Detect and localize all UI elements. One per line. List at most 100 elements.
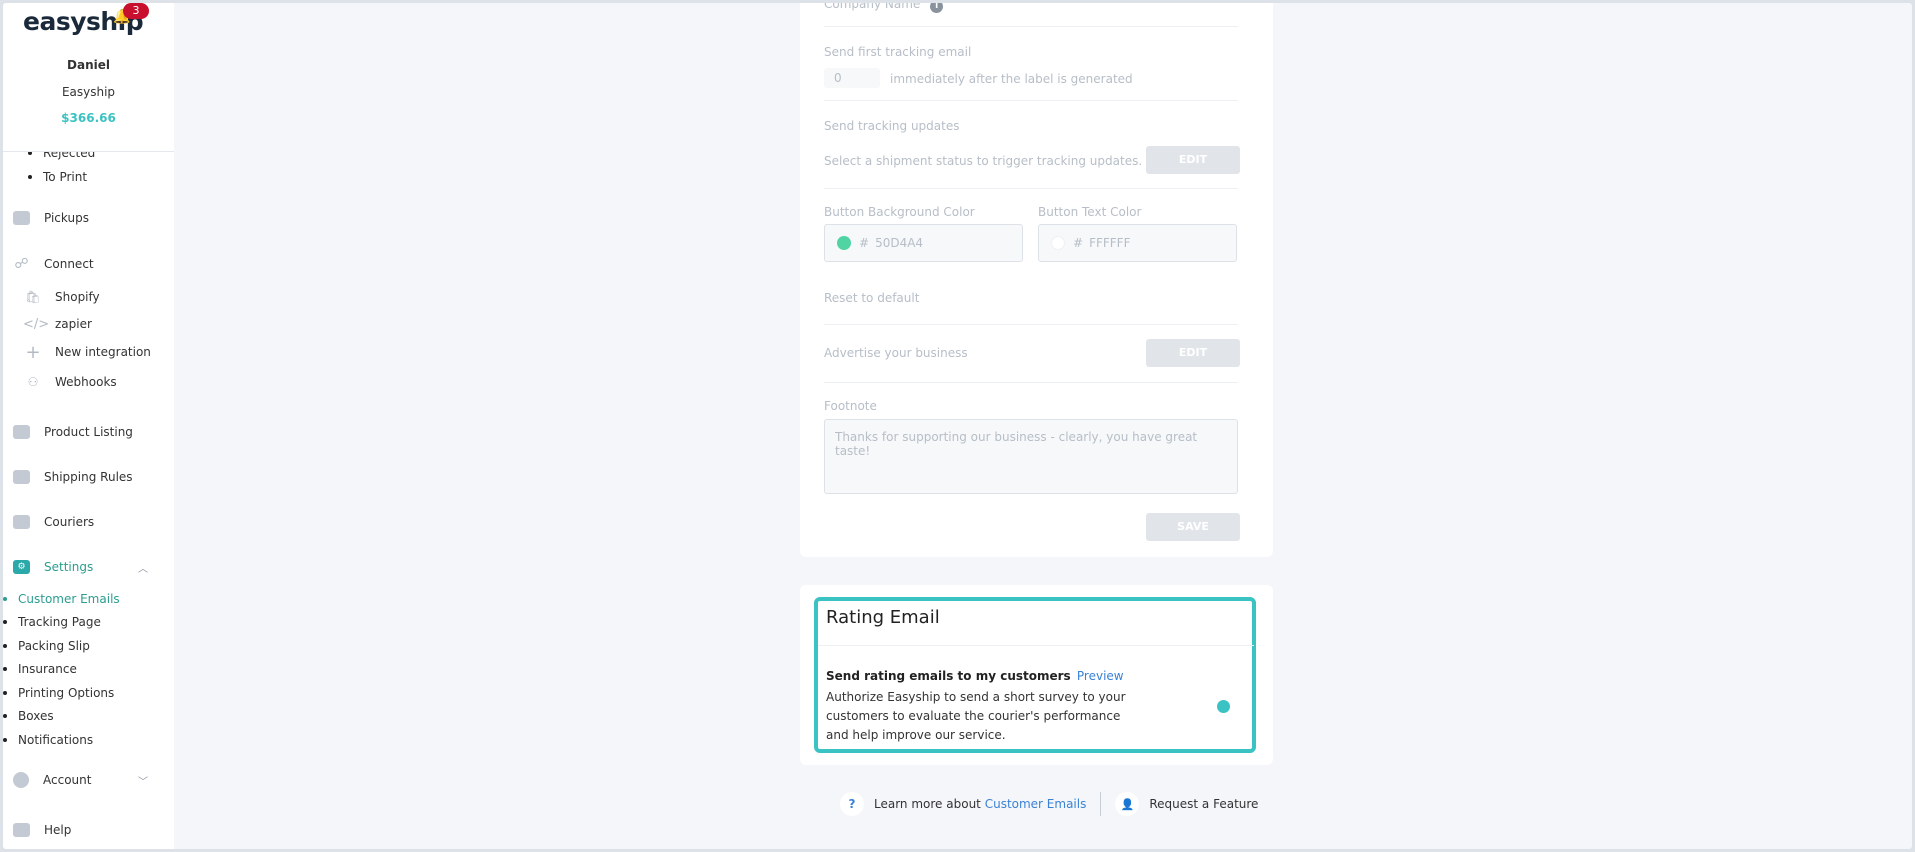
rating-email-card: Rating Email Send rating emails to my cu… bbox=[800, 585, 1273, 765]
request-feature-link[interactable]: Request a Feature bbox=[1149, 797, 1258, 811]
sidebar-item-settings[interactable]: ⚙ Settings bbox=[13, 557, 93, 577]
sidebar-item-label: Account bbox=[43, 773, 92, 787]
user-name[interactable]: Daniel bbox=[3, 58, 174, 72]
bullet-dot bbox=[28, 174, 32, 179]
rating-email-description: Authorize Easyship to send a short surve… bbox=[826, 690, 1126, 742]
learn-more-text: Learn more about Customer Emails bbox=[874, 797, 1086, 811]
sidebar-item-label: Couriers bbox=[44, 515, 95, 529]
bg-color-input[interactable]: # 50D4A4 bbox=[824, 224, 1023, 262]
sidebar-item-shipping-rules[interactable]: Shipping Rules bbox=[13, 467, 133, 487]
webhook-icon: ⚇ bbox=[27, 375, 39, 389]
courier-icon bbox=[13, 515, 30, 529]
settings-icon: ⚙ bbox=[13, 560, 30, 574]
sidebar-item-account[interactable]: Account bbox=[13, 770, 91, 790]
footer-divider bbox=[1100, 792, 1102, 816]
tracking-updates-desc: Select a shipment status to trigger trac… bbox=[824, 154, 1143, 168]
color-swatch[interactable] bbox=[1051, 236, 1065, 250]
chevron-up-icon[interactable]: ︿ bbox=[138, 560, 148, 575]
sidebar-item-help[interactable]: Help bbox=[13, 820, 71, 840]
sidebar-subitem-label: Customer Emails bbox=[18, 592, 120, 606]
bullet-dot bbox=[3, 737, 7, 742]
plus-icon: + bbox=[25, 341, 41, 363]
sidebar-subitem-rejected[interactable]: Rejected bbox=[28, 146, 96, 160]
bullet-dot bbox=[3, 690, 7, 695]
text-color-label: Button Text Color bbox=[1038, 205, 1142, 219]
first-email-suffix: immediately after the label is generated bbox=[890, 72, 1133, 86]
integration-zapier[interactable]: </> zapier bbox=[23, 315, 92, 333]
footnote-label: Footnote bbox=[824, 399, 877, 413]
user-company: Easyship bbox=[61, 85, 116, 99]
account-balance[interactable]: $366.66 bbox=[3, 111, 174, 125]
footnote-textarea[interactable]: Thanks for supporting our business - cle… bbox=[824, 419, 1238, 494]
divider bbox=[824, 324, 1238, 325]
bullet-dot bbox=[3, 643, 7, 648]
sidebar-subitem-label: Packing Slip bbox=[18, 639, 90, 653]
plug-icon: ☍ bbox=[14, 256, 29, 272]
sidebar-subitem-to-print[interactable]: To Print bbox=[28, 170, 87, 184]
sidebar-subitem-label: Tracking Page bbox=[18, 615, 101, 629]
first-email-input[interactable]: 0 bbox=[824, 68, 880, 88]
integration-label: New integration bbox=[55, 345, 151, 359]
sidebar-subitem-boxes[interactable]: Boxes bbox=[3, 709, 54, 723]
bg-color-value: 50D4A4 bbox=[875, 236, 924, 250]
text-color-value: FFFFFF bbox=[1089, 236, 1131, 250]
save-button[interactable]: SAVE bbox=[1146, 513, 1240, 541]
learn-more-label: Learn more about bbox=[874, 797, 981, 811]
preview-link[interactable]: Preview bbox=[1077, 669, 1124, 683]
sidebar-subitem-tracking-page[interactable]: Tracking Page bbox=[3, 615, 101, 629]
hash-prefix: # bbox=[859, 236, 870, 250]
divider bbox=[824, 26, 1238, 27]
rating-email-title: Rating Email bbox=[826, 607, 940, 628]
first-email-label: Send first tracking email bbox=[824, 45, 972, 59]
sidebar-subitem-label: Notifications bbox=[18, 733, 94, 747]
rating-email-heading: Send rating emails to my customers Previ… bbox=[826, 669, 1124, 683]
toggle-knob bbox=[1217, 700, 1230, 713]
sidebar-item-label: Settings bbox=[44, 560, 94, 574]
divider bbox=[818, 645, 1254, 646]
truck-icon bbox=[13, 211, 30, 225]
sidebar-subitem-label: Rejected bbox=[43, 146, 96, 160]
sidebar-subitem-label: Boxes bbox=[18, 709, 54, 723]
sidebar-subitem-packing-slip[interactable]: Packing Slip bbox=[3, 639, 90, 653]
integration-webhooks[interactable]: ⚇ Webhooks bbox=[23, 373, 117, 391]
reset-default-link[interactable]: Reset to default bbox=[824, 291, 919, 305]
sidebar-subitem-notifications[interactable]: Notifications bbox=[3, 733, 93, 747]
user-avatar-icon bbox=[13, 772, 29, 788]
sidebar-item-couriers[interactable]: Couriers bbox=[13, 512, 94, 532]
integration-shopify[interactable]: 🛍 Shopify bbox=[23, 288, 99, 306]
sidebar-subitem-label: Insurance bbox=[18, 662, 77, 676]
sidebar-item-label: Connect bbox=[44, 257, 94, 271]
sidebar-item-label: Product Listing bbox=[44, 425, 133, 439]
divider bbox=[824, 188, 1238, 189]
integration-new[interactable]: + New integration bbox=[23, 341, 151, 363]
customer-emails-link[interactable]: Customer Emails bbox=[985, 797, 1087, 811]
chevron-down-icon[interactable]: ﹀ bbox=[138, 773, 148, 788]
color-swatch[interactable] bbox=[837, 236, 851, 250]
edit-tracking-updates-button[interactable]: EDIT bbox=[1146, 146, 1240, 174]
sidebar-item-pickups[interactable]: Pickups bbox=[13, 208, 89, 228]
tracking-email-card: Company Name i Send first tracking email… bbox=[800, 3, 1273, 557]
sidebar-item-product-listing[interactable]: Product Listing bbox=[13, 422, 133, 442]
company-name-label: Company Name i bbox=[824, 3, 944, 13]
divider bbox=[824, 100, 1238, 101]
help-book-icon bbox=[13, 823, 30, 837]
bullet-dot bbox=[3, 596, 7, 601]
bullet-dot bbox=[3, 666, 7, 671]
company-name-text: Company Name bbox=[824, 3, 921, 11]
edit-advertise-button[interactable]: EDIT bbox=[1146, 339, 1240, 367]
rating-email-toggle[interactable] bbox=[1198, 697, 1234, 715]
text-color-input[interactable]: # FFFFFF bbox=[1038, 224, 1237, 262]
info-icon[interactable]: i bbox=[930, 3, 944, 13]
sidebar-subitem-insurance[interactable]: Insurance bbox=[3, 662, 77, 676]
sidebar-item-connect[interactable]: ☍ Connect bbox=[13, 254, 94, 274]
sidebar-subitem-printing-options[interactable]: Printing Options bbox=[3, 686, 114, 700]
divider bbox=[824, 382, 1238, 383]
question-icon: ? bbox=[840, 792, 864, 816]
notification-badge[interactable]: 3 bbox=[123, 3, 149, 19]
bg-color-label: Button Background Color bbox=[824, 205, 975, 219]
code-icon: </> bbox=[23, 316, 50, 332]
sidebar-subitem-customer-emails[interactable]: Customer Emails bbox=[3, 592, 120, 606]
advertise-label: Advertise your business bbox=[824, 346, 968, 360]
page-footer: ? Learn more about Customer Emails 👤 Req… bbox=[840, 791, 1258, 817]
box-icon bbox=[13, 425, 30, 439]
